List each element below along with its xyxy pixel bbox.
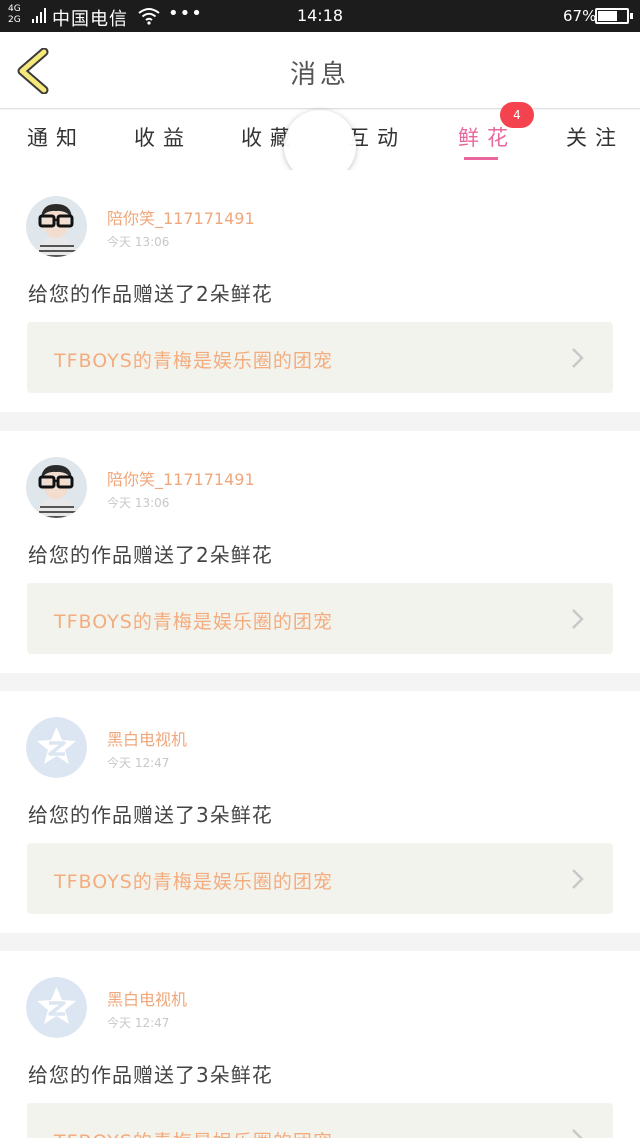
flowers-count-badge: 4 — [500, 102, 534, 128]
chevron-right-icon — [572, 869, 584, 889]
message-time: 今天 12:47 — [107, 1016, 170, 1030]
message-card: 黑白电视机 今天 12:47 给您的作品赠送了3朵鲜花 TFBOYS的青梅是娱乐… — [0, 691, 640, 933]
message-time: 今天 12:47 — [107, 756, 170, 770]
tab-interactions[interactable]: 互动 — [348, 122, 406, 152]
sender-username[interactable]: 陪你笑_117171491 — [107, 466, 255, 490]
work-title: TFBOYS的青梅是娱乐圈的团宠 — [54, 871, 333, 893]
work-link[interactable]: TFBOYS的青梅是娱乐圈的团宠 — [27, 843, 613, 914]
chevron-right-icon — [572, 348, 584, 368]
sender-username[interactable]: 黑白电视机 — [107, 726, 187, 750]
tab-earnings[interactable]: 收益 — [134, 122, 192, 152]
message-card: 陪你笑_117171491 今天 13:06 给您的作品赠送了2朵鲜花 TFBO… — [0, 431, 640, 673]
message-time: 今天 13:06 — [107, 235, 170, 249]
avatar[interactable] — [26, 457, 87, 518]
page-title: 消息 — [289, 60, 350, 90]
header-bar: 消息 — [0, 32, 640, 109]
message-text: 给您的作品赠送了3朵鲜花 — [28, 803, 273, 827]
message-card: 陪你笑_117171491 今天 13:06 给您的作品赠送了2朵鲜花 TFBO… — [0, 170, 640, 412]
battery-icon — [595, 8, 633, 24]
chevron-right-icon — [572, 1129, 583, 1138]
default-avatar-icon[interactable] — [26, 717, 87, 778]
battery-percent: 67% — [563, 7, 597, 25]
tab-notifications[interactable]: 通知 — [27, 122, 85, 152]
work-link[interactable]: TFBOYS的青梅是娱乐圈的团宠 — [27, 583, 613, 654]
message-text: 给您的作品赠送了2朵鲜花 — [28, 543, 273, 567]
message-time: 今天 13:06 — [107, 496, 170, 510]
work-title: TFBOYS的青梅是娱乐圈的团宠 — [54, 611, 333, 633]
message-text: 给您的作品赠送了2朵鲜花 — [28, 282, 273, 306]
message-text: 给您的作品赠送了3朵鲜花 — [28, 1063, 273, 1087]
work-title: TFBOYS的青梅是娱乐圈的团宠 — [54, 1127, 333, 1138]
sender-username[interactable]: 黑白电视机 — [107, 986, 187, 1010]
tab-following[interactable]: 关注 — [566, 122, 624, 152]
chevron-right-icon — [572, 609, 584, 629]
work-title: TFBOYS的青梅是娱乐圈的团宠 — [54, 350, 333, 372]
sender-username[interactable]: 陪你笑_117171491 — [107, 205, 255, 229]
work-link[interactable]: TFBOYS的青梅是娱乐圈的团宠 — [27, 1103, 613, 1138]
clock: 14:18 — [296, 6, 344, 25]
default-avatar-icon[interactable] — [26, 977, 87, 1038]
avatar[interactable] — [26, 196, 87, 257]
message-card: 黑白电视机 今天 12:47 给您的作品赠送了3朵鲜花 TFBOYS的青梅是娱乐… — [0, 951, 640, 1138]
work-link[interactable]: TFBOYS的青梅是娱乐圈的团宠 — [27, 322, 613, 393]
active-tab-indicator — [464, 157, 498, 160]
status-bar: 4G 2G 中国电信 ••• 14:18 67% — [0, 0, 640, 32]
